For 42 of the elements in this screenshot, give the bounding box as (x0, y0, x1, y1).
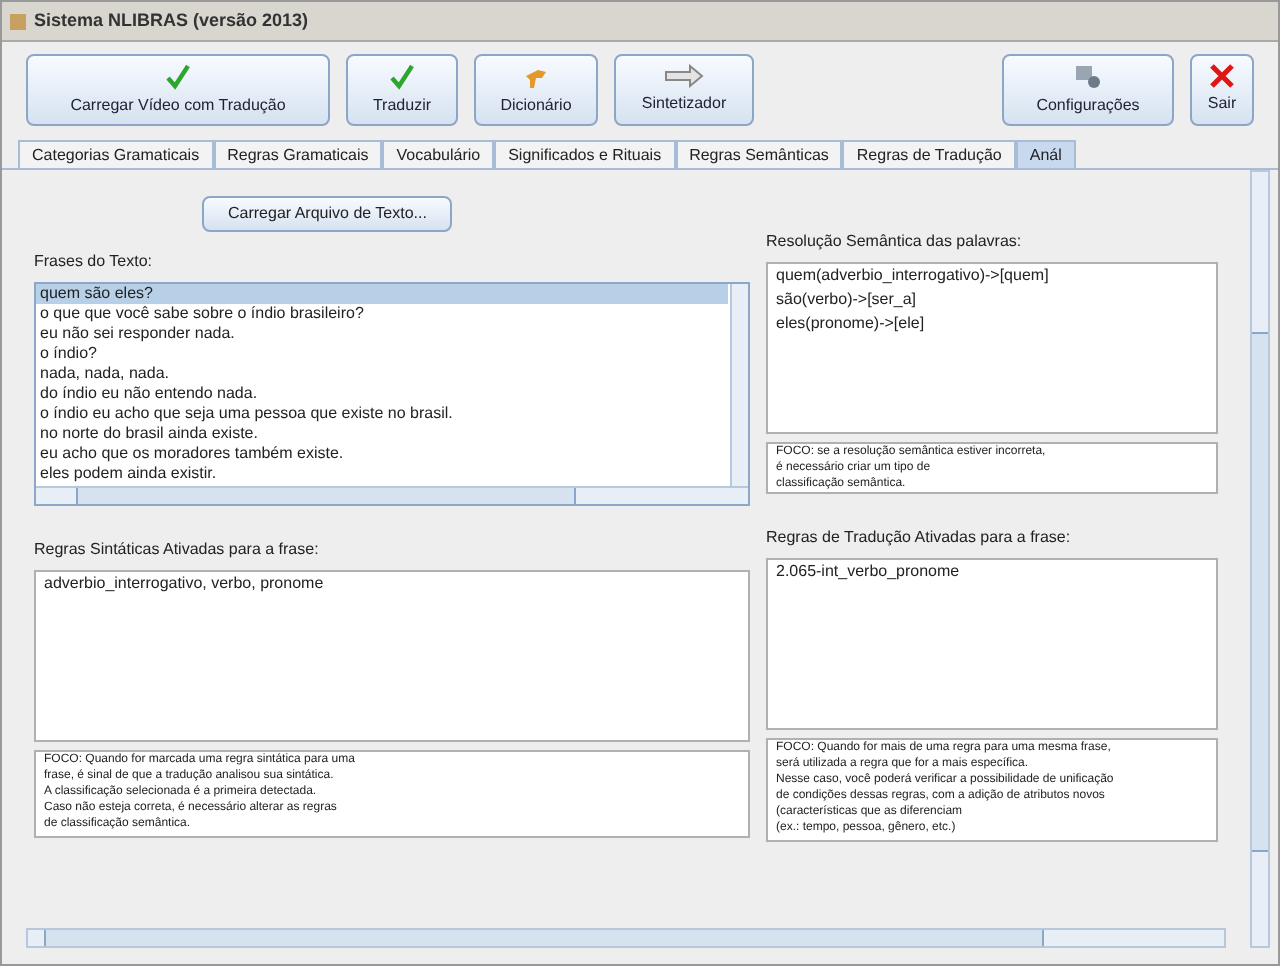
list-item[interactable]: no norte do brasil ainda existe. (36, 424, 728, 444)
section-label: Resolução Semântica das palavras: (766, 230, 1024, 254)
section-label: Frases do Texto: (34, 250, 154, 274)
vertical-scrollbar[interactable] (730, 284, 748, 486)
window-icon (10, 13, 26, 29)
toolbar-button[interactable]: Sair (1190, 54, 1254, 126)
toolbar-button[interactable]: Carregar Vídeo com Tradução (26, 54, 330, 126)
arrow-icon (664, 64, 704, 88)
text-area[interactable]: adverbio_interrogativo, verbo, pronome (34, 570, 750, 742)
tab[interactable]: Significados e Rituais (494, 140, 676, 168)
tab[interactable]: Vocabulário (382, 140, 495, 168)
list-item[interactable]: quem são eles? (36, 284, 728, 304)
tab[interactable]: Regras Semânticas (675, 140, 843, 168)
toolbar-button[interactable]: Traduzir (346, 54, 458, 126)
horizontal-scrollbar[interactable] (36, 486, 748, 504)
list-item[interactable]: eu acho que os moradores também existe. (36, 444, 728, 464)
load-file-button[interactable]: Carregar Arquivo de Texto... (202, 196, 453, 232)
toolbar-button[interactable]: Dicionário (474, 54, 598, 126)
list-item[interactable]: nada, nada, nada. (36, 364, 728, 384)
list-item[interactable]: eu não sei responder nada. (36, 324, 728, 344)
sentence-list[interactable] (34, 282, 750, 506)
toolbar-button[interactable]: Configurações (1002, 54, 1174, 126)
text-area[interactable]: 2.065-int_verbo_pronome (766, 558, 1218, 730)
tab[interactable]: Regras de Tradução (842, 140, 1016, 168)
toolbar-button[interactable]: Sintetizador (614, 54, 754, 126)
check-icon (390, 63, 414, 89)
check-icon (166, 63, 190, 89)
section-label: Regras Sintáticas Ativadas para a frase: (34, 538, 321, 562)
text-area[interactable]: quem(adverbio_interrogativo)->[quem] são(verbo)->[ser_a] eles(pronome)->[ele] (766, 262, 1218, 434)
list-item[interactable]: do índio eu não entendo nada. (36, 384, 728, 404)
tab[interactable]: Anál (1015, 140, 1076, 168)
horizontal-scrollbar[interactable] (26, 928, 1226, 948)
section-label: Regras de Tradução Ativadas para a frase: (766, 526, 1073, 550)
window-title: Sistema NLIBRAS (versão 2013) (34, 7, 309, 34)
close-icon (1210, 64, 1234, 88)
tab[interactable]: Categorias Gramaticais (18, 140, 214, 168)
list-item[interactable]: eles podem ainda existir. (36, 464, 728, 484)
list-item[interactable]: o índio? (36, 344, 728, 364)
vertical-scrollbar[interactable] (1250, 170, 1270, 948)
list-item[interactable]: o índio eu acho que seja uma pessoa que existe no brasil. (36, 404, 728, 424)
tab[interactable]: Regras Gramaticais (213, 140, 383, 168)
list-item[interactable]: o que que você sabe sobre o índio brasileiro? (36, 304, 728, 324)
